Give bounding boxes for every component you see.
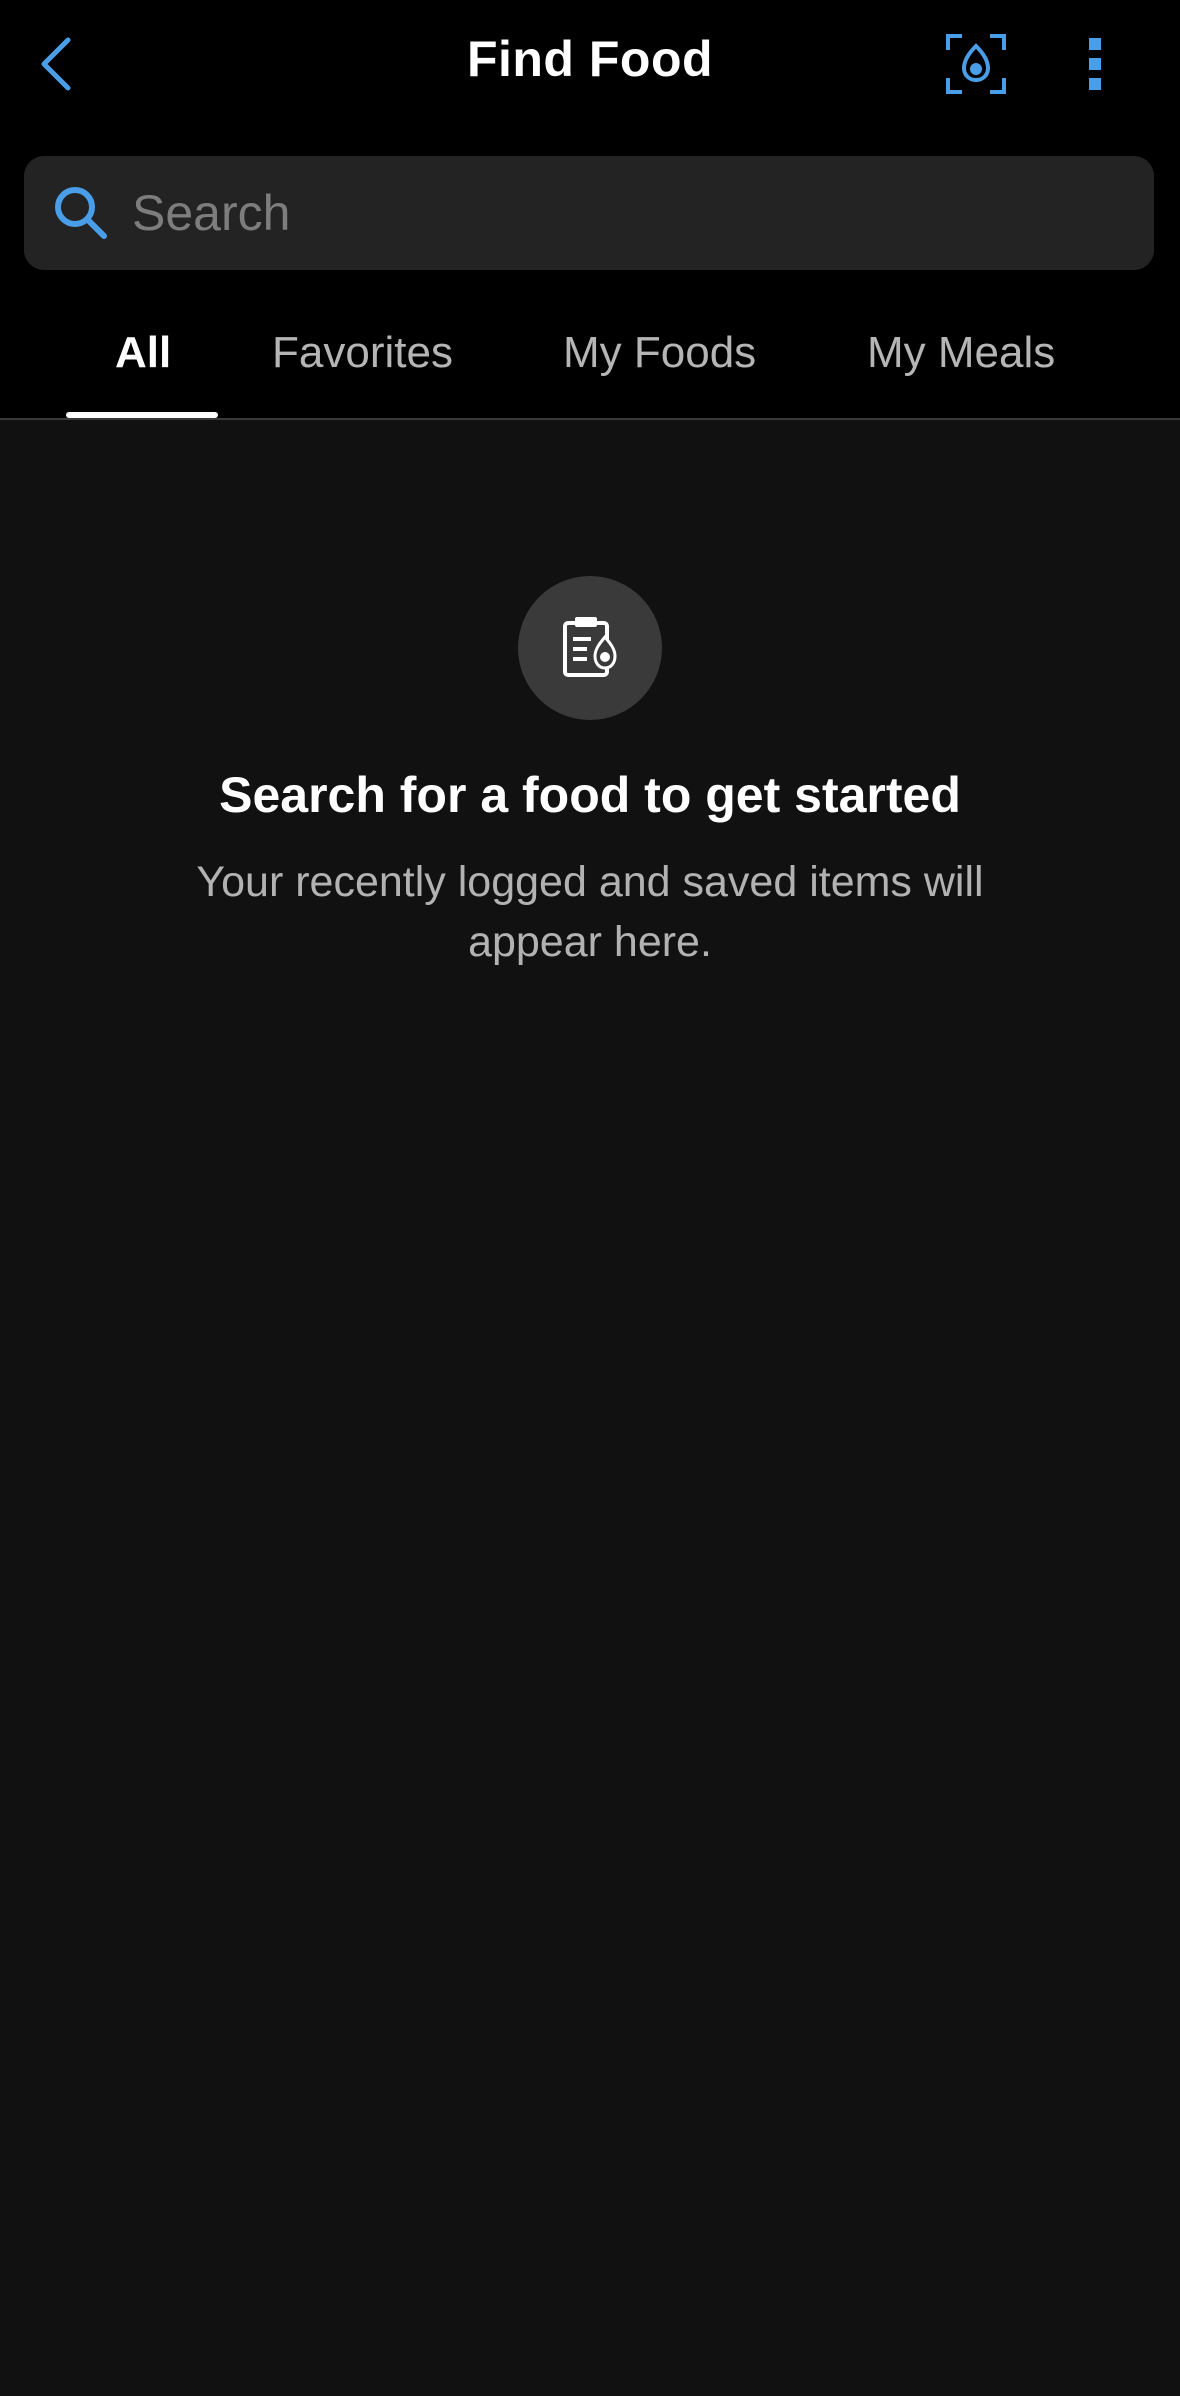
empty-state-title: Search for a food to get started	[219, 767, 961, 823]
tab-my-foods[interactable]: My Foods	[563, 328, 756, 378]
search-input[interactable]	[132, 156, 1132, 270]
search-bar	[24, 156, 1154, 270]
clipboard-food-icon	[563, 617, 617, 677]
app-header: Find Food	[0, 0, 1180, 150]
search-icon	[55, 187, 107, 239]
empty-state-description: Your recently logged and saved items wil…	[196, 858, 984, 966]
tab-all[interactable]: All	[115, 328, 171, 378]
tab-favorites[interactable]: Favorites	[272, 328, 453, 378]
scan-food-button[interactable]	[940, 28, 1012, 100]
more-options-button[interactable]	[1070, 28, 1120, 100]
more-vertical-icon	[1089, 38, 1101, 90]
empty-state-badge	[518, 576, 662, 720]
food-scan-icon	[946, 34, 1006, 94]
food-tabs: All Favorites My Foods My Meals	[0, 300, 1180, 420]
food-list-area: Search for a food to get started Your re…	[0, 420, 1180, 2396]
active-tab-indicator	[66, 412, 218, 418]
tab-my-meals[interactable]: My Meals	[867, 328, 1055, 378]
